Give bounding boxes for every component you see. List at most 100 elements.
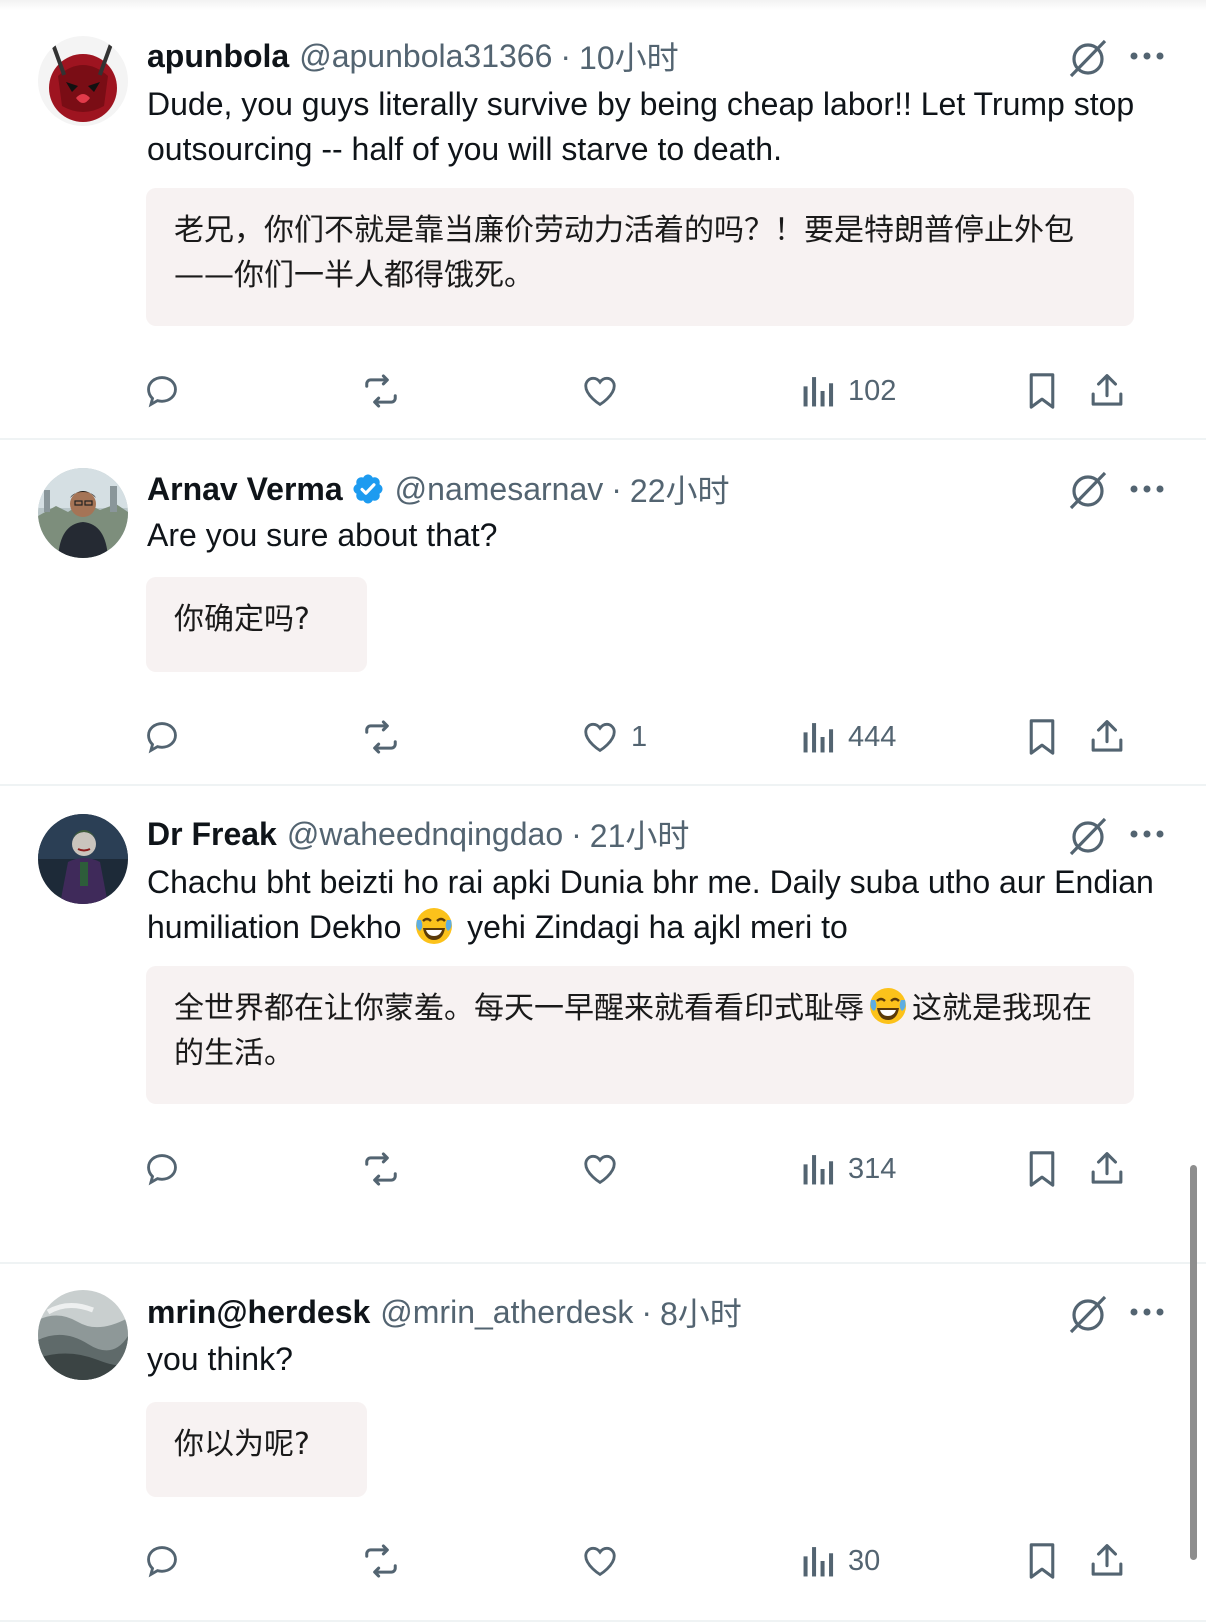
more-icon[interactable]	[1127, 34, 1167, 78]
reply-button[interactable]	[143, 712, 181, 762]
views-count: 314	[848, 1152, 897, 1185]
share-button[interactable]	[1088, 712, 1126, 762]
translation-box: 你确定吗?	[146, 577, 367, 672]
reply-button[interactable]	[143, 1536, 181, 1586]
views-icon	[803, 1155, 834, 1185]
repost-icon	[365, 720, 397, 754]
timestamp[interactable]: 8小时	[660, 1289, 742, 1335]
bookmark-button[interactable]	[1026, 366, 1058, 416]
timestamp[interactable]: 22小时	[630, 466, 730, 512]
like-button[interactable]	[581, 1144, 631, 1194]
tweet-text: Chachu bht beizti ho rai apki Dunia bhr …	[147, 860, 1177, 950]
avatar[interactable]	[38, 1290, 128, 1380]
author-name[interactable]: Arnav Verma	[147, 471, 343, 508]
tweet-2[interactable]: Arnav Verma @namesarnav · 22小时 Are you s…	[0, 440, 1206, 786]
grok-icon[interactable]	[1066, 1292, 1110, 1336]
translation-text: 你以为呢?	[174, 1427, 310, 1462]
scrollbar[interactable]	[1190, 1165, 1197, 1560]
timestamp[interactable]: 21小时	[590, 811, 690, 857]
repost-icon	[365, 1544, 397, 1578]
tweet-header: Arnav Verma @namesarnav · 22小时	[147, 467, 730, 511]
views-count: 30	[848, 1544, 881, 1577]
repost-button[interactable]	[360, 366, 402, 416]
share-button[interactable]	[1088, 1144, 1126, 1194]
repost-button[interactable]	[360, 712, 402, 762]
share-icon	[1091, 720, 1123, 752]
avatar[interactable]	[38, 36, 128, 126]
grok-icon[interactable]	[1066, 468, 1110, 512]
views-button[interactable]: 102	[802, 366, 896, 416]
translation-text: 老兄，你们不就是靠当廉价劳动力活着的吗？！要是特朗普停止外包——你们一半人都得饿…	[174, 213, 1074, 293]
like-button[interactable]	[581, 366, 631, 416]
tweet-3[interactable]: Dr Freak @waheednqingdao · 21小时 Chachu b…	[0, 786, 1206, 1264]
author-handle[interactable]: @apunbola31366	[299, 38, 552, 75]
tweet-divider	[0, 1620, 1206, 1622]
author-name[interactable]: apunbola	[147, 38, 289, 75]
action-bar: 314	[0, 1144, 1206, 1194]
views-icon	[803, 377, 834, 407]
face-with-tears-of-joy-icon	[868, 986, 908, 1026]
tweet-text: you think?	[147, 1341, 293, 1377]
bookmark-icon	[1029, 373, 1055, 409]
grok-icon[interactable]	[1066, 36, 1110, 80]
share-icon	[1091, 1152, 1123, 1184]
repost-button[interactable]	[360, 1144, 402, 1194]
tweet-header: mrin@herdesk @mrin_atherdesk · 8小时	[147, 1290, 742, 1334]
tweet-4[interactable]: mrin@herdesk @mrin_atherdesk · 8小时 you t…	[0, 1264, 1206, 1622]
separator-dot: ·	[571, 815, 582, 852]
avatar[interactable]	[38, 814, 128, 904]
tweet-header: Dr Freak @waheednqingdao · 21小时	[147, 812, 689, 856]
separator-dot: ·	[611, 470, 622, 507]
reply-icon	[147, 722, 177, 754]
like-button[interactable]	[581, 1536, 631, 1586]
share-button[interactable]	[1088, 366, 1126, 416]
action-bar: 102	[0, 366, 1206, 416]
author-handle[interactable]: @mrin_atherdesk	[380, 1294, 633, 1331]
tweet-text: Dude, you guys literally survive by bein…	[147, 86, 1135, 167]
tweet-text: Are you sure about that?	[147, 517, 498, 553]
separator-dot: ·	[641, 1293, 652, 1330]
repost-icon	[365, 374, 397, 408]
like-icon	[584, 722, 616, 753]
tweet-text-part: yehi Zindagi ha ajkl meri to	[467, 909, 848, 945]
repost-icon	[365, 1152, 397, 1186]
share-icon	[1091, 374, 1123, 406]
views-icon	[803, 723, 834, 753]
tweet-1[interactable]: apunbola @apunbola31366 · 10小时 Dude, you…	[0, 0, 1206, 440]
timestamp[interactable]: 10小时	[579, 33, 679, 79]
separator-dot: ·	[560, 37, 572, 74]
more-icon[interactable]	[1127, 467, 1167, 511]
more-icon[interactable]	[1127, 812, 1167, 856]
views-button[interactable]: 444	[802, 712, 896, 762]
translation-text-part: 全世界都在让你蒙羞。每天一早醒来就看看印式耻辱	[174, 991, 864, 1026]
share-button[interactable]	[1088, 1536, 1126, 1586]
views-icon	[803, 1547, 834, 1577]
author-name[interactable]: mrin@herdesk	[147, 1294, 370, 1331]
bookmark-button[interactable]	[1026, 712, 1058, 762]
like-icon	[584, 376, 616, 407]
repost-button[interactable]	[360, 1536, 402, 1586]
reply-icon	[147, 376, 177, 408]
action-bar: 30	[0, 1536, 1206, 1586]
tweet-header: apunbola @apunbola31366 · 10小时	[147, 34, 679, 78]
reply-icon	[147, 1154, 177, 1186]
translation-box: 你以为呢?	[146, 1402, 367, 1497]
bookmark-button[interactable]	[1026, 1536, 1058, 1586]
author-name[interactable]: Dr Freak	[147, 816, 277, 853]
reply-icon	[147, 1546, 177, 1578]
translation-box: 老兄，你们不就是靠当廉价劳动力活着的吗？！要是特朗普停止外包——你们一半人都得饿…	[146, 188, 1134, 326]
bookmark-button[interactable]	[1026, 1144, 1058, 1194]
views-count: 444	[848, 720, 897, 753]
views-button[interactable]: 30	[802, 1536, 880, 1586]
like-count: 1	[631, 720, 648, 753]
author-handle[interactable]: @namesarnav	[395, 471, 604, 508]
author-handle[interactable]: @waheednqingdao	[287, 816, 563, 853]
views-button[interactable]: 314	[802, 1144, 896, 1194]
avatar[interactable]	[38, 468, 128, 558]
like-icon	[584, 1154, 616, 1185]
reply-button[interactable]	[143, 366, 181, 416]
like-button[interactable]: 1	[581, 712, 647, 762]
grok-icon[interactable]	[1066, 814, 1110, 858]
more-icon[interactable]	[1127, 1290, 1167, 1334]
reply-button[interactable]	[143, 1144, 181, 1194]
